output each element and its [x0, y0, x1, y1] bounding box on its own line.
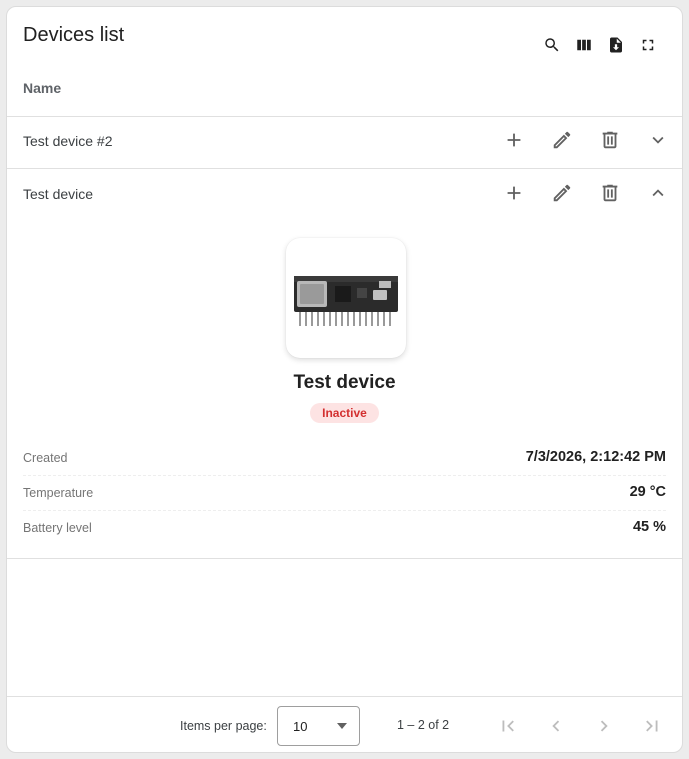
row-name: Test device #2	[23, 133, 113, 149]
items-per-page-select[interactable]: 10	[277, 706, 360, 746]
columns-icon	[577, 39, 591, 51]
trash-icon	[602, 184, 618, 202]
panel-title: Devices list	[23, 24, 125, 46]
last-page-icon	[646, 720, 658, 732]
search-icon	[545, 38, 559, 52]
previous-page-button[interactable]	[544, 714, 568, 738]
delete-button[interactable]	[598, 181, 622, 205]
expand-button[interactable]	[646, 128, 670, 152]
trash-icon	[602, 131, 618, 149]
edit-button[interactable]	[550, 128, 574, 152]
chevron-up-icon	[652, 189, 664, 197]
page-range-label: 1 – 2 of 2	[397, 718, 450, 732]
row-actions	[502, 181, 670, 205]
pencil-icon	[553, 131, 571, 149]
property-label: Created	[23, 451, 68, 465]
chevron-down-icon	[652, 136, 664, 144]
export-file-icon	[610, 37, 622, 53]
items-per-page-value: 10	[293, 719, 308, 734]
chevron-left-icon	[552, 720, 560, 732]
column-header-name[interactable]: Name	[23, 80, 61, 96]
add-button[interactable]	[502, 128, 526, 152]
status-badge: Inactive	[310, 403, 379, 423]
property-row-temperature: Temperature 29 °C	[23, 476, 666, 511]
toolbar	[540, 33, 660, 57]
plus-icon	[507, 133, 521, 147]
property-label: Temperature	[23, 486, 94, 500]
table-row[interactable]: Test device	[7, 169, 682, 221]
chevron-right-icon	[600, 720, 608, 732]
plus-icon	[507, 186, 521, 200]
pencil-icon	[553, 184, 571, 202]
property-value: 45 %	[632, 519, 666, 535]
device-image	[286, 238, 406, 358]
last-page-button[interactable]	[640, 714, 664, 738]
items-per-page-label: Items per page:	[180, 719, 267, 733]
first-page-icon	[502, 720, 514, 732]
property-label: Battery level	[23, 521, 92, 535]
row-name: Test device	[23, 186, 94, 202]
property-value: 29 °C	[629, 484, 666, 500]
add-button[interactable]	[502, 181, 526, 205]
circuit-board-icon	[294, 276, 398, 326]
pager-buttons	[496, 714, 664, 738]
property-row-created: Created 7/3/2026, 2:12:42 PM	[23, 441, 666, 476]
status-badge-wrap: Inactive	[7, 403, 682, 423]
export-button[interactable]	[604, 33, 628, 57]
paginator: Items per page: 10 1 – 2 of 2	[7, 696, 682, 752]
divider	[7, 558, 682, 559]
devices-card: Devices list Name Test device #2 Test de…	[6, 6, 683, 753]
collapse-button[interactable]	[646, 181, 670, 205]
edit-button[interactable]	[550, 181, 574, 205]
property-value: 7/3/2026, 2:12:42 PM	[525, 449, 666, 465]
first-page-button[interactable]	[496, 714, 520, 738]
search-button[interactable]	[540, 33, 564, 57]
columns-button[interactable]	[572, 33, 596, 57]
device-title: Test device	[293, 372, 396, 393]
table-row[interactable]: Test device #2	[7, 116, 682, 168]
property-row-battery: Battery level 45 %	[23, 511, 666, 546]
fullscreen-icon	[642, 39, 654, 51]
fullscreen-button[interactable]	[636, 33, 660, 57]
dropdown-arrow-icon	[337, 723, 347, 729]
next-page-button[interactable]	[592, 714, 616, 738]
row-actions	[502, 128, 670, 152]
delete-button[interactable]	[598, 128, 622, 152]
